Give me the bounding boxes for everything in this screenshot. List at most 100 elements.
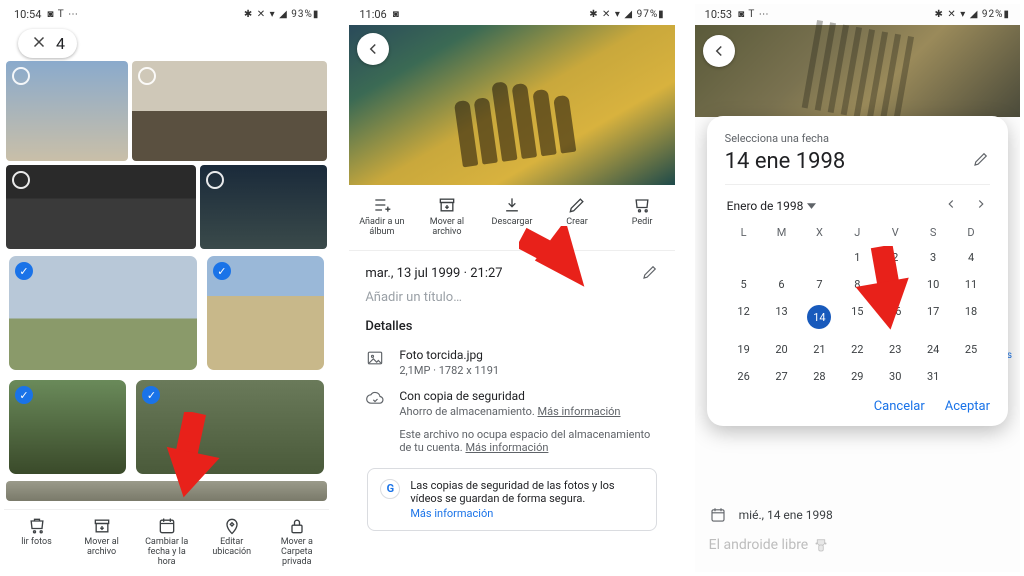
next-month-button[interactable] bbox=[974, 197, 988, 214]
calendar-day[interactable]: 15 bbox=[838, 299, 876, 335]
more-info-link[interactable]: Más información bbox=[538, 405, 621, 418]
bottom-action-bar: lir fotos Mover al archivo Cambiar la fe… bbox=[4, 509, 329, 572]
calendar-day[interactable]: 9 bbox=[876, 272, 914, 297]
action-label: Añadir a un álbum bbox=[359, 218, 404, 238]
calendar-day[interactable]: 24 bbox=[914, 337, 952, 362]
calendar-day[interactable]: 17 bbox=[914, 299, 952, 335]
calendar-day[interactable]: 26 bbox=[725, 364, 763, 389]
backup-sub2: Este archivo no ocupa espacio del almace… bbox=[399, 428, 658, 454]
action-label: Editar ubicación bbox=[212, 538, 251, 558]
statusbar: 11:06 ◙ ✱ ✕ ▾ ◢ 97%▮ bbox=[349, 4, 674, 25]
photo-thumb[interactable] bbox=[6, 165, 196, 249]
hero-photo[interactable] bbox=[349, 25, 674, 185]
info-link[interactable]: Más información bbox=[410, 507, 643, 520]
action-order[interactable]: Pedir bbox=[613, 195, 671, 238]
month-selector[interactable]: Enero de 1998 bbox=[727, 199, 817, 213]
selection-pill: 4 bbox=[18, 29, 77, 58]
detail-file: Foto torcida.jpg 2,1MP · 1782 x 1191 bbox=[365, 342, 658, 383]
title-input[interactable]: Añadir un título… bbox=[365, 290, 658, 305]
calendar-day[interactable]: 6 bbox=[763, 272, 801, 297]
weekday-header: X bbox=[800, 222, 838, 243]
action-label: Descargar bbox=[492, 218, 533, 228]
accept-button[interactable]: Aceptar bbox=[945, 399, 990, 414]
file-name: Foto torcida.jpg bbox=[399, 348, 658, 362]
calendar-day[interactable]: 27 bbox=[763, 364, 801, 389]
photo-thumb[interactable] bbox=[6, 61, 128, 161]
calendar-day[interactable]: 30 bbox=[876, 364, 914, 389]
edit-date-button[interactable] bbox=[641, 263, 659, 284]
calendar-day[interactable]: 12 bbox=[725, 299, 763, 335]
calendar-day[interactable]: 1 bbox=[838, 245, 876, 270]
calendar-day[interactable]: 13 bbox=[763, 299, 801, 335]
cancel-button[interactable]: Cancelar bbox=[874, 399, 925, 414]
calendar-day[interactable]: 10 bbox=[914, 272, 952, 297]
action-label: Mover a Carpeta privada bbox=[281, 538, 313, 568]
photo-thumb[interactable] bbox=[132, 61, 327, 161]
calendar-day[interactable]: 4 bbox=[952, 245, 990, 270]
backup-title: Con copia de seguridad bbox=[399, 389, 658, 403]
calendar-day[interactable]: 11 bbox=[952, 272, 990, 297]
photo-thumb[interactable]: ✓ bbox=[133, 377, 327, 477]
status-time: 10:54 bbox=[14, 8, 41, 21]
action-archive[interactable]: Mover al archivo bbox=[74, 516, 130, 568]
detail-backup: Con copia de seguridad Ahorro de almacen… bbox=[365, 383, 658, 460]
screen-datepicker: 10:53 ◙ T ⋯ ✱ ✕ ▾ ◢ 92%▮ Ayu Env men as … bbox=[695, 4, 1020, 572]
calendar-day[interactable]: 7 bbox=[800, 272, 838, 297]
action-edit-location[interactable]: Editar ubicación bbox=[204, 516, 260, 568]
status-left-icons: ◙ T ⋯ bbox=[47, 9, 79, 20]
calendar-day[interactable]: 8 bbox=[838, 272, 876, 297]
photo-thumb[interactable]: ✓ bbox=[204, 253, 327, 373]
calendar-day[interactable]: 23 bbox=[876, 337, 914, 362]
calendar-day[interactable]: 3 bbox=[914, 245, 952, 270]
back-button[interactable] bbox=[703, 35, 735, 67]
unchecked-icon bbox=[12, 171, 30, 189]
below-dialog: mié., 14 ene 1998 El androide libre bbox=[709, 506, 1006, 554]
calendar-day[interactable]: 19 bbox=[725, 337, 763, 362]
calendar-day[interactable]: 2 bbox=[876, 245, 914, 270]
action-archive[interactable]: Mover al archivo bbox=[418, 195, 476, 238]
checked-icon: ✓ bbox=[213, 262, 231, 280]
calendar-day[interactable]: 28 bbox=[800, 364, 838, 389]
edit-date-icon[interactable] bbox=[972, 149, 990, 174]
prev-month-button[interactable] bbox=[944, 197, 958, 214]
date-text: mar., 13 jul 1999 · 21:27 bbox=[365, 266, 502, 281]
photo-thumb[interactable] bbox=[200, 165, 327, 249]
calendar-day[interactable]: 18 bbox=[952, 299, 990, 335]
action-private-folder[interactable]: Mover a Carpeta privada bbox=[269, 516, 325, 568]
screen-selection: 10:54 ◙ T ⋯ ✱ ✕ ▾ ◢ 93%▮ 4 ✓ ✓ ✓ ✓ bbox=[4, 4, 329, 572]
action-label: Pedir bbox=[632, 218, 653, 228]
action-create[interactable]: Crear bbox=[548, 195, 606, 238]
weekday-header: L bbox=[725, 222, 763, 243]
watermark-text: El androide libre bbox=[709, 536, 1006, 554]
weekday-header: J bbox=[838, 222, 876, 243]
more-info-link[interactable]: Más información bbox=[465, 441, 548, 454]
calendar-day[interactable]: 20 bbox=[763, 337, 801, 362]
calendar-day[interactable]: 5 bbox=[725, 272, 763, 297]
photo-thumb[interactable]: ✓ bbox=[6, 253, 200, 373]
photo-grid: ✓ ✓ ✓ ✓ bbox=[4, 61, 329, 509]
google-icon: G bbox=[380, 479, 400, 499]
calendar-day[interactable]: 14 bbox=[800, 299, 838, 335]
weekday-header: M bbox=[763, 222, 801, 243]
calendar-day[interactable]: 21 bbox=[800, 337, 838, 362]
weekday-header: S bbox=[914, 222, 952, 243]
action-add-album[interactable]: Añadir a un álbum bbox=[353, 195, 411, 238]
date-picker-dialog: Selecciona una fecha 14 ene 1998 Enero d… bbox=[707, 116, 1008, 426]
calendar-day[interactable]: 31 bbox=[914, 364, 952, 389]
close-icon[interactable] bbox=[30, 33, 48, 54]
photo-thumb[interactable]: ✓ bbox=[6, 377, 129, 477]
action-change-date[interactable]: Cambiar la fecha y la hora bbox=[139, 516, 195, 568]
action-label: Cambiar la fecha y la hora bbox=[145, 538, 188, 568]
status-left-icons: ◙ bbox=[393, 9, 400, 20]
action-order[interactable]: lir fotos bbox=[9, 516, 65, 568]
backup-sub: Ahorro de almacenamiento. Más informació… bbox=[399, 405, 658, 418]
calendar-day[interactable]: 29 bbox=[838, 364, 876, 389]
calendar-day[interactable]: 16 bbox=[876, 299, 914, 335]
info-text: Las copias de seguridad de las fotos y l… bbox=[410, 479, 643, 505]
photo-thumb[interactable] bbox=[6, 481, 327, 501]
calendar-day[interactable]: 22 bbox=[838, 337, 876, 362]
month-label: Enero de 1998 bbox=[727, 199, 804, 213]
weekday-header: V bbox=[876, 222, 914, 243]
calendar-day[interactable]: 25 bbox=[952, 337, 990, 362]
action-download[interactable]: Descargar bbox=[483, 195, 541, 238]
